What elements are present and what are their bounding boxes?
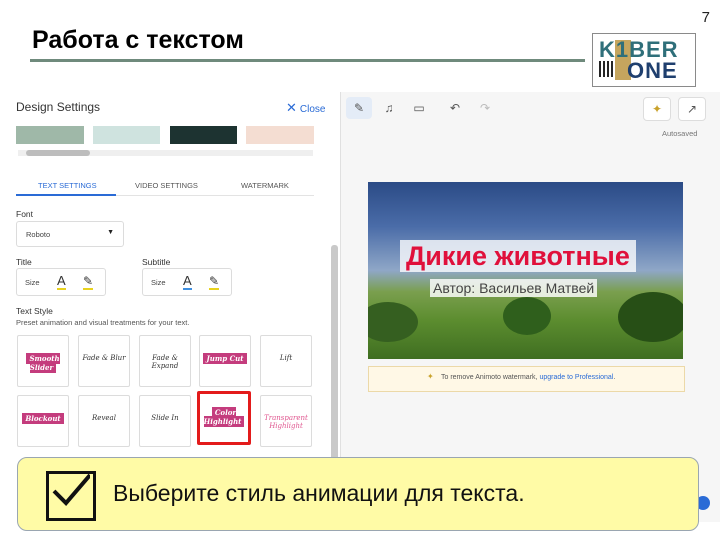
active-tab-indicator [16, 194, 116, 196]
style-label: Jump Cut [203, 353, 247, 364]
checkbox-icon [46, 471, 96, 521]
text-style-description: Preset animation and visual treatments f… [16, 318, 190, 327]
sparkle-icon: ✦ [427, 372, 434, 381]
title-label: Title [16, 257, 32, 267]
highlight-pen-icon[interactable]: ✎ [83, 274, 94, 290]
style-label: Transparent Highlight [264, 414, 308, 430]
swatch-scrollbar-thumb[interactable] [26, 150, 90, 156]
title-underline [30, 59, 585, 62]
style-tile-blockout[interactable]: Blockout [17, 395, 69, 447]
instruction-text: Выберите стиль анимации для текста. [113, 480, 525, 506]
close-icon: ✕ [286, 100, 297, 115]
title-size-button[interactable]: Size [25, 278, 40, 287]
watermark-banner: ✦ To remove Animoto watermark, upgrade t… [368, 366, 685, 392]
banner-text: To remove Animoto watermark, [441, 374, 538, 381]
title-style-controls: Size A ✎ [16, 268, 106, 296]
kiberone-logo: K1BER ONE [592, 33, 696, 87]
video-title[interactable]: Дикие животные [400, 240, 636, 272]
autosaved-status: Autosaved [662, 129, 698, 138]
sparkle-icon[interactable]: ✦ [643, 97, 671, 121]
style-tile-jump-cut[interactable]: Jump Cut [199, 335, 251, 387]
font-label: Font [16, 209, 34, 219]
subtitle-size-button[interactable]: Size [151, 278, 166, 287]
style-label: Fade & Expand [151, 354, 179, 370]
theme-swatch-1[interactable] [16, 126, 84, 144]
redo-icon[interactable]: ↷ [472, 97, 498, 119]
text-color-icon[interactable]: A [57, 273, 66, 290]
text-color-icon[interactable]: A [183, 273, 192, 290]
chevron-down-icon: ▼ [107, 229, 114, 236]
tree-shape [618, 292, 683, 342]
style-tile-slide-in[interactable]: Slide In [139, 395, 191, 447]
undo-icon[interactable]: ↶ [442, 97, 468, 119]
instruction-callout: Выберите стиль анимации для текста. [17, 457, 699, 531]
tree-shape [503, 297, 551, 335]
aspect-ratio-icon[interactable]: ▭ [406, 97, 432, 119]
font-select[interactable]: Roboto ▼ [16, 221, 124, 247]
logo-line2: ONE [627, 58, 678, 83]
panel-title: Design Settings [16, 100, 101, 114]
video-subtitle[interactable]: Автор: Васильев Матвей [430, 279, 598, 297]
page-number: 7 [701, 9, 710, 26]
style-tile-reveal[interactable]: Reveal [78, 395, 130, 447]
slide-title: Работа с текстом [32, 26, 244, 54]
close-label: Close [299, 104, 326, 115]
style-tile-color-highlight[interactable]: Color Highlight [197, 391, 251, 445]
style-label: Fade & Blur [82, 354, 126, 362]
style-label: Slide In [151, 414, 179, 422]
style-tile-smooth-slider[interactable]: Smooth Slider [17, 335, 69, 387]
share-icon[interactable]: ↗ [678, 97, 706, 121]
highlight-pen-icon[interactable]: ✎ [209, 274, 220, 290]
panel-scrollbar[interactable] [331, 245, 338, 460]
theme-swatch-3[interactable] [170, 126, 237, 144]
style-label: Lift [279, 354, 293, 362]
tab-video-settings[interactable]: VIDEO SETTINGS [135, 181, 198, 190]
theme-swatch-2[interactable] [93, 126, 160, 144]
qr-code-icon [599, 61, 615, 77]
style-tile-fade-blur[interactable]: Fade & Blur [78, 335, 130, 387]
tab-watermark[interactable]: WATERMARK [241, 181, 289, 190]
style-label: Smooth Slider [26, 353, 60, 373]
text-style-label: Text Style [16, 306, 53, 316]
style-tile-fade-expand[interactable]: Fade & Expand [139, 335, 191, 387]
tab-text-settings[interactable]: TEXT SETTINGS [38, 181, 97, 190]
subtitle-style-controls: Size A ✎ [142, 268, 232, 296]
music-icon[interactable]: ♫ [376, 97, 402, 119]
style-tile-transparent-highlight[interactable]: Transparent Highlight [260, 395, 312, 447]
upgrade-link[interactable]: upgrade to Professional [539, 374, 613, 381]
style-tile-lift[interactable]: Lift [260, 335, 312, 387]
font-value: Roboto [26, 230, 51, 239]
subtitle-label: Subtitle [142, 257, 171, 267]
theme-swatch-4[interactable] [246, 126, 314, 144]
style-label: Color Highlight [203, 407, 245, 427]
close-button[interactable]: ✕ Close [286, 100, 325, 116]
style-label: Blockout [22, 413, 64, 424]
pencil-icon[interactable]: ✎ [346, 97, 372, 119]
style-label: Reveal [92, 414, 116, 422]
